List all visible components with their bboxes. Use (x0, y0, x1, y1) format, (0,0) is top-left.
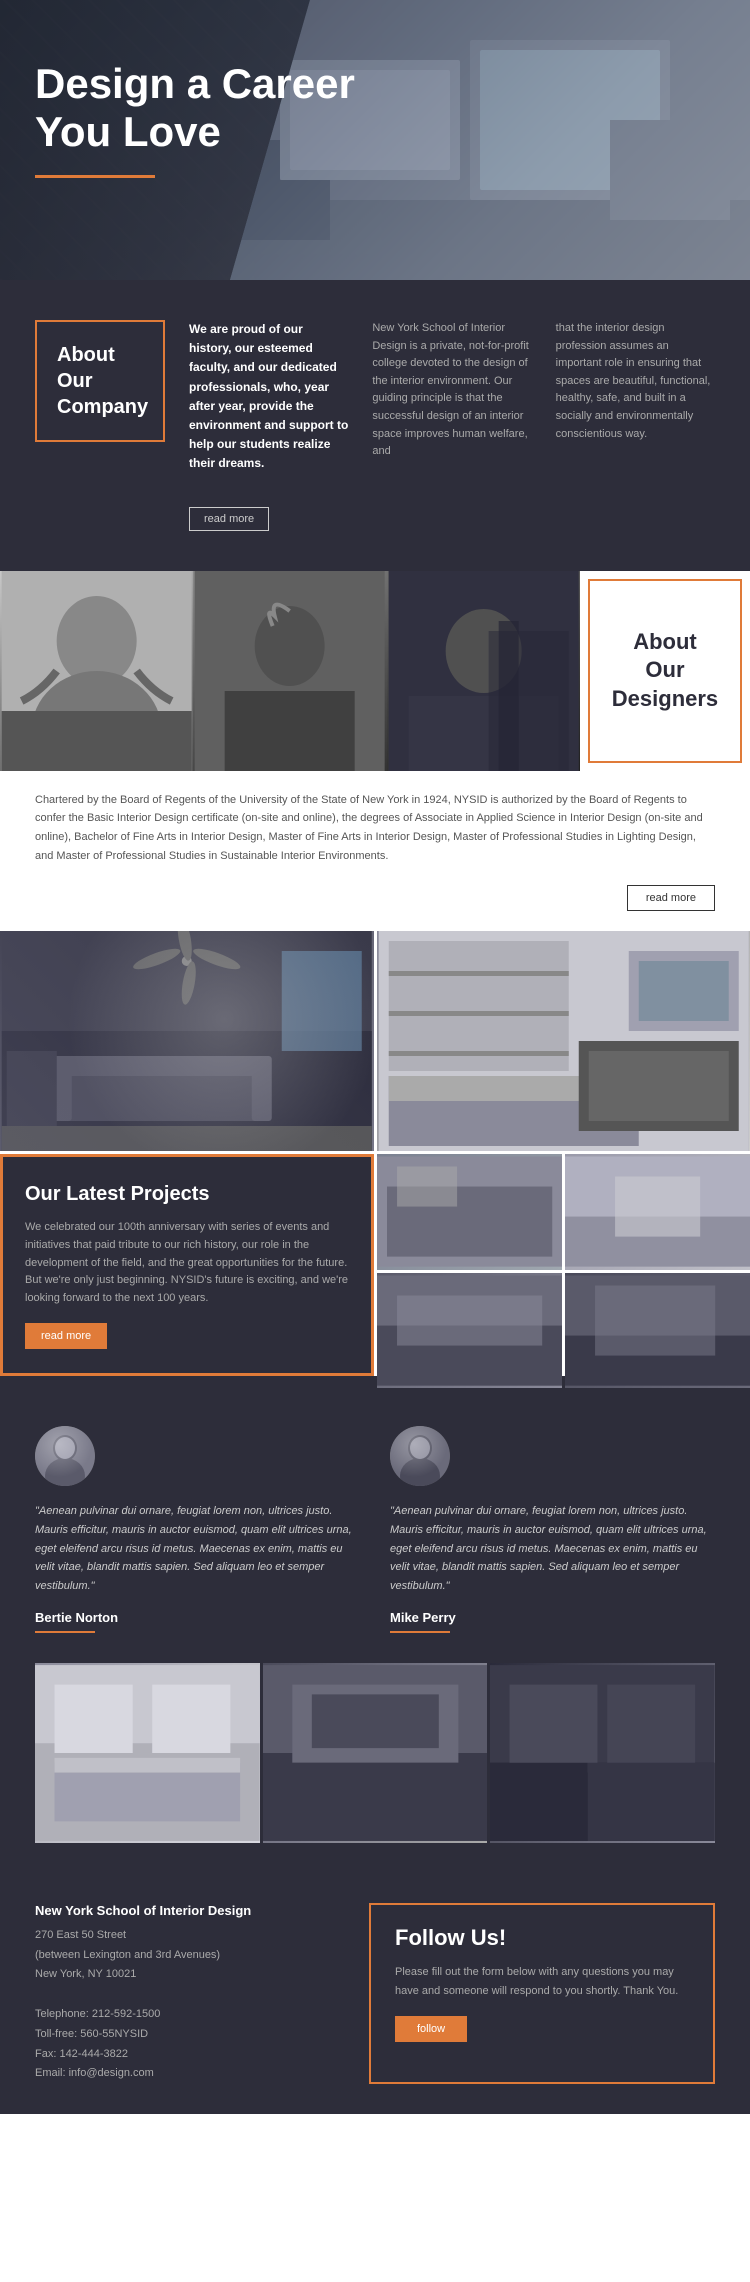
testimonials-section: "Aenean pulvinar dui ornare, feugiat lor… (0, 1376, 750, 1872)
testimonial-avatar-1 (35, 1426, 95, 1486)
designer-photo-3 (387, 571, 580, 771)
hero-title: Design a Career You Love (35, 60, 355, 157)
about-designers-box: About Our Designers (588, 579, 742, 763)
testimonial-card-2: "Aenean pulvinar dui ornare, feugiat lor… (390, 1426, 715, 1632)
bedroom-img-1 (35, 1663, 260, 1843)
hero-underline (35, 175, 155, 178)
about-company-box: About Our Company (35, 320, 165, 442)
project-small-img-3 (377, 1273, 562, 1388)
footer-follow-box: Follow Us! Please fill out the form belo… (369, 1903, 715, 2084)
project-small-img-1 (377, 1154, 562, 1269)
about-read-more-button[interactable]: read more (189, 507, 269, 531)
about-col3: that the interior design profession assu… (556, 320, 715, 443)
testimonial-name-1: Bertie Norton (35, 1610, 360, 1625)
bedroom-img-3 (490, 1663, 715, 1843)
footer-follow-text: Please fill out the form below with any … (395, 1963, 689, 2000)
designers-photos-row: About Our Designers (0, 571, 750, 771)
project-title: Our Latest Projects (25, 1181, 349, 1207)
about-company-title: About Our Company (57, 342, 143, 420)
about-section: About Our Company We are proud of our hi… (0, 280, 750, 571)
footer-follow-title: Follow Us! (395, 1925, 689, 1951)
testimonial-text-2: "Aenean pulvinar dui ornare, feugiat lor… (390, 1502, 715, 1595)
project-small-img-4 (565, 1273, 750, 1388)
project-image-bedroom (377, 931, 750, 1151)
hero-content: Design a Career You Love (35, 60, 355, 178)
hero-section: Design a Career You Love (0, 0, 750, 280)
designers-read-more-row: read more (0, 885, 750, 931)
designers-section: About Our Designers Chartered by the Boa… (0, 571, 750, 932)
bedroom-img-2 (263, 1663, 488, 1843)
about-col2: New York School of Interior Design is a … (372, 320, 531, 461)
testimonials-row: "Aenean pulvinar dui ornare, feugiat lor… (35, 1426, 715, 1632)
projects-section: Our Latest Projects We celebrated our 10… (0, 931, 750, 1376)
testimonial-avatar-2 (390, 1426, 450, 1486)
testimonial-underline-1 (35, 1631, 95, 1633)
footer-address: 270 East 50 Street (between Lexington an… (35, 1926, 329, 2084)
projects-grid: Our Latest Projects We celebrated our 10… (0, 931, 750, 1376)
about-col1-bold: We are proud of our history, our esteeme… (189, 322, 348, 470)
project-small-grid (377, 1154, 750, 1374)
about-col1: We are proud of our history, our esteeme… (189, 320, 348, 531)
testimonial-name-2: Mike Perry (390, 1610, 715, 1625)
project-description: We celebrated our 100th anniversary with… (25, 1219, 349, 1307)
about-designers-title: About Our Designers (602, 618, 728, 724)
footer-contact: New York School of Interior Design 270 E… (35, 1903, 329, 2084)
testimonial-underline-2 (390, 1631, 450, 1633)
bedroom-images-row (35, 1663, 715, 1843)
designer-photo-1 (0, 571, 193, 771)
project-image-living-room (0, 931, 374, 1151)
testimonial-card-1: "Aenean pulvinar dui ornare, feugiat lor… (35, 1426, 360, 1632)
project-small-img-2 (565, 1154, 750, 1269)
designers-read-more-button[interactable]: read more (627, 885, 715, 911)
follow-button[interactable]: follow (395, 2016, 467, 2042)
designer-photo-2 (193, 571, 386, 771)
designers-description: Chartered by the Board of Regents of the… (0, 771, 750, 886)
project-text-box: Our Latest Projects We celebrated our 10… (0, 1154, 374, 1376)
footer-section: New York School of Interior Design 270 E… (0, 1873, 750, 2114)
about-designers-container: About Our Designers (580, 571, 750, 771)
project-read-more-button[interactable]: read more (25, 1323, 107, 1349)
testimonial-text-1: "Aenean pulvinar dui ornare, feugiat lor… (35, 1502, 360, 1595)
footer-company-name: New York School of Interior Design (35, 1903, 329, 1918)
